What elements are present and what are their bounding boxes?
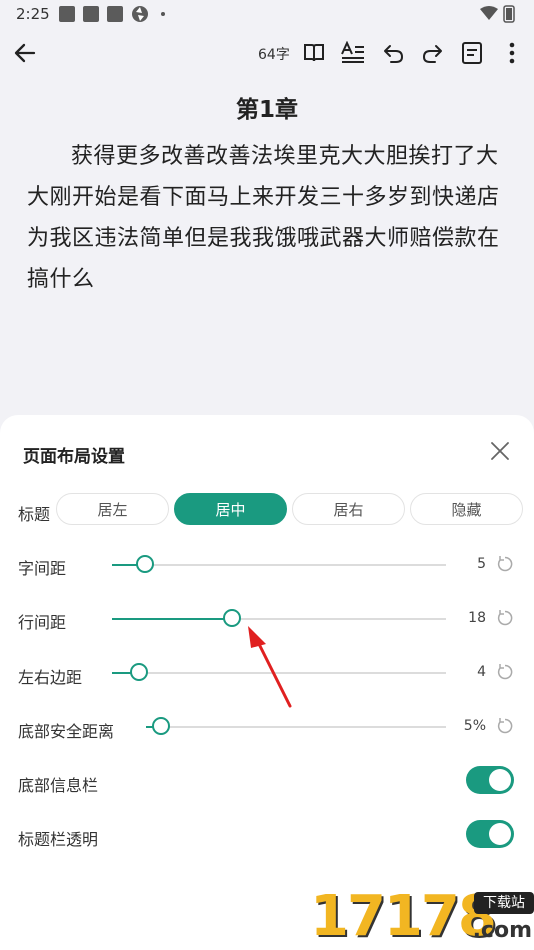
more-notifications-dot bbox=[161, 12, 165, 16]
transparent-titlebar-toggle[interactable] bbox=[466, 820, 514, 848]
slider-thumb[interactable] bbox=[136, 555, 154, 573]
title-align-center[interactable]: 居中 bbox=[174, 493, 287, 525]
text-format-icon[interactable] bbox=[338, 38, 368, 68]
slider-track[interactable] bbox=[146, 726, 446, 728]
slider-thumb[interactable] bbox=[152, 717, 170, 735]
chapter-title[interactable]: 第1章 bbox=[0, 90, 534, 124]
close-icon[interactable] bbox=[488, 439, 512, 463]
watermark-number: 17178 bbox=[310, 884, 497, 949]
site-watermark: 17178 下载站 .com bbox=[310, 884, 534, 950]
slider-value: 5% bbox=[463, 718, 486, 734]
title-align-label: 标题 bbox=[18, 505, 51, 524]
sheet-title: 页面布局设置 bbox=[23, 447, 125, 467]
slider-label: 左右边距 bbox=[18, 668, 83, 687]
watermark-suffix: .com bbox=[472, 918, 532, 943]
notification-icon bbox=[107, 6, 123, 22]
slider-track[interactable] bbox=[112, 564, 446, 566]
redo-icon[interactable] bbox=[418, 38, 448, 68]
slider-label: 底部安全距离 bbox=[18, 722, 115, 741]
watermark-badge: 下载站 bbox=[474, 892, 534, 914]
slider-value: 18 bbox=[468, 610, 486, 626]
bottom-info-bar-label: 底部信息栏 bbox=[18, 776, 99, 795]
reset-icon[interactable] bbox=[496, 717, 514, 735]
slider-label: 行间距 bbox=[18, 613, 67, 632]
undo-icon[interactable] bbox=[378, 38, 408, 68]
slider-thumb[interactable] bbox=[223, 609, 241, 627]
title-align-hide[interactable]: 隐藏 bbox=[410, 493, 523, 525]
toggle-thumb bbox=[489, 769, 511, 791]
title-align-right[interactable]: 居右 bbox=[292, 493, 405, 525]
wifi-battery-icon bbox=[480, 5, 515, 23]
back-arrow-icon[interactable] bbox=[10, 38, 40, 68]
slider-track[interactable] bbox=[112, 672, 446, 674]
reset-icon[interactable] bbox=[496, 609, 514, 627]
layout-settings-sheet: 页面布局设置 标题 居左 居中 居右 隐藏 字间距 5 行间距 18 左右边距 … bbox=[0, 415, 534, 950]
chapter-body-text[interactable]: 获得更多改善改善法埃里克大大胆挨打了大大刚开始是看下面马上来开发三十多岁到快递店… bbox=[27, 136, 511, 300]
notification-icon bbox=[83, 6, 99, 22]
editor-toolbar: 64字 bbox=[0, 28, 534, 78]
bottom-info-bar-toggle[interactable] bbox=[466, 766, 514, 794]
status-bar: 2:25 bbox=[0, 0, 534, 28]
transparent-titlebar-label: 标题栏透明 bbox=[18, 830, 99, 849]
app-notification-icon bbox=[132, 6, 148, 22]
book-icon[interactable] bbox=[299, 38, 329, 68]
note-icon[interactable] bbox=[457, 38, 487, 68]
title-align-left[interactable]: 居左 bbox=[56, 493, 169, 525]
slider-label: 字间距 bbox=[18, 559, 67, 578]
toggle-thumb bbox=[489, 823, 511, 845]
status-time: 2:25 bbox=[16, 5, 50, 23]
more-vert-icon[interactable] bbox=[497, 38, 527, 68]
slider-value: 5 bbox=[477, 556, 486, 572]
slider-value: 4 bbox=[477, 664, 486, 680]
slider-fill bbox=[112, 618, 232, 620]
notification-icon bbox=[59, 6, 75, 22]
word-count: 64字 bbox=[258, 47, 290, 63]
reset-icon[interactable] bbox=[496, 663, 514, 681]
reset-icon[interactable] bbox=[496, 555, 514, 573]
slider-thumb[interactable] bbox=[130, 663, 148, 681]
